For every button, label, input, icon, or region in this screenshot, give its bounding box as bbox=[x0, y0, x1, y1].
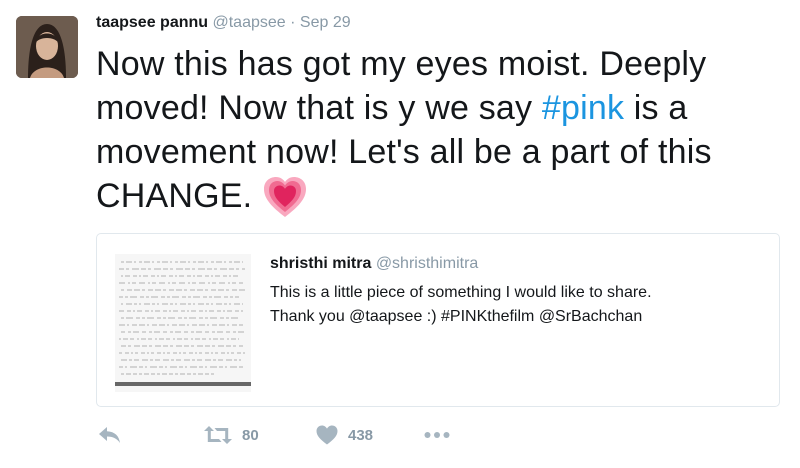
quoted-author-handle[interactable]: @shristhimitra bbox=[376, 255, 478, 272]
quoted-text-line2: Thank you @taapsee :) #PINKthefilm @SrBa… bbox=[270, 308, 643, 325]
heart-icon bbox=[316, 425, 338, 445]
more-button[interactable] bbox=[424, 420, 450, 450]
author-name[interactable]: taapsee pannu bbox=[96, 14, 208, 31]
author-handle[interactable]: @taapsee bbox=[212, 14, 285, 31]
tweet-date[interactable]: Sep 29 bbox=[300, 14, 351, 31]
quoted-tweet-card[interactable]: shristhi mitra @shristhimitra This is a … bbox=[96, 233, 780, 407]
quoted-tweet-image[interactable] bbox=[115, 254, 251, 392]
hashtag-link[interactable]: #pink bbox=[542, 89, 624, 127]
handwritten-letter-thumbnail bbox=[115, 254, 251, 392]
quoted-tweet-text: This is a little piece of something I wo… bbox=[270, 281, 760, 329]
more-icon bbox=[424, 432, 450, 438]
like-button[interactable]: 438 bbox=[316, 420, 373, 450]
quoted-text-line1: This is a little piece of something I wo… bbox=[270, 284, 652, 301]
header-separator: · bbox=[290, 14, 296, 31]
sparkling-heart-icon bbox=[262, 175, 308, 219]
retweet-count: 80 bbox=[242, 426, 259, 444]
avatar[interactable] bbox=[16, 16, 78, 78]
tweet-action-bar: 80 438 bbox=[96, 420, 496, 450]
retweet-button[interactable]: 80 bbox=[204, 420, 259, 450]
tweet-text: Now this has got my eyes moist. Deeply m… bbox=[96, 42, 786, 219]
quoted-author-name[interactable]: shristhi mitra bbox=[270, 255, 371, 272]
quoted-tweet-header: shristhi mitra @shristhimitra bbox=[270, 253, 478, 275]
tweet-header: taapsee pannu @taapsee · Sep 29 bbox=[96, 12, 351, 34]
retweet-icon bbox=[204, 426, 232, 444]
reply-button[interactable] bbox=[98, 420, 122, 450]
like-count: 438 bbox=[348, 426, 374, 444]
avatar-image bbox=[16, 16, 78, 78]
reply-icon bbox=[99, 427, 120, 443]
